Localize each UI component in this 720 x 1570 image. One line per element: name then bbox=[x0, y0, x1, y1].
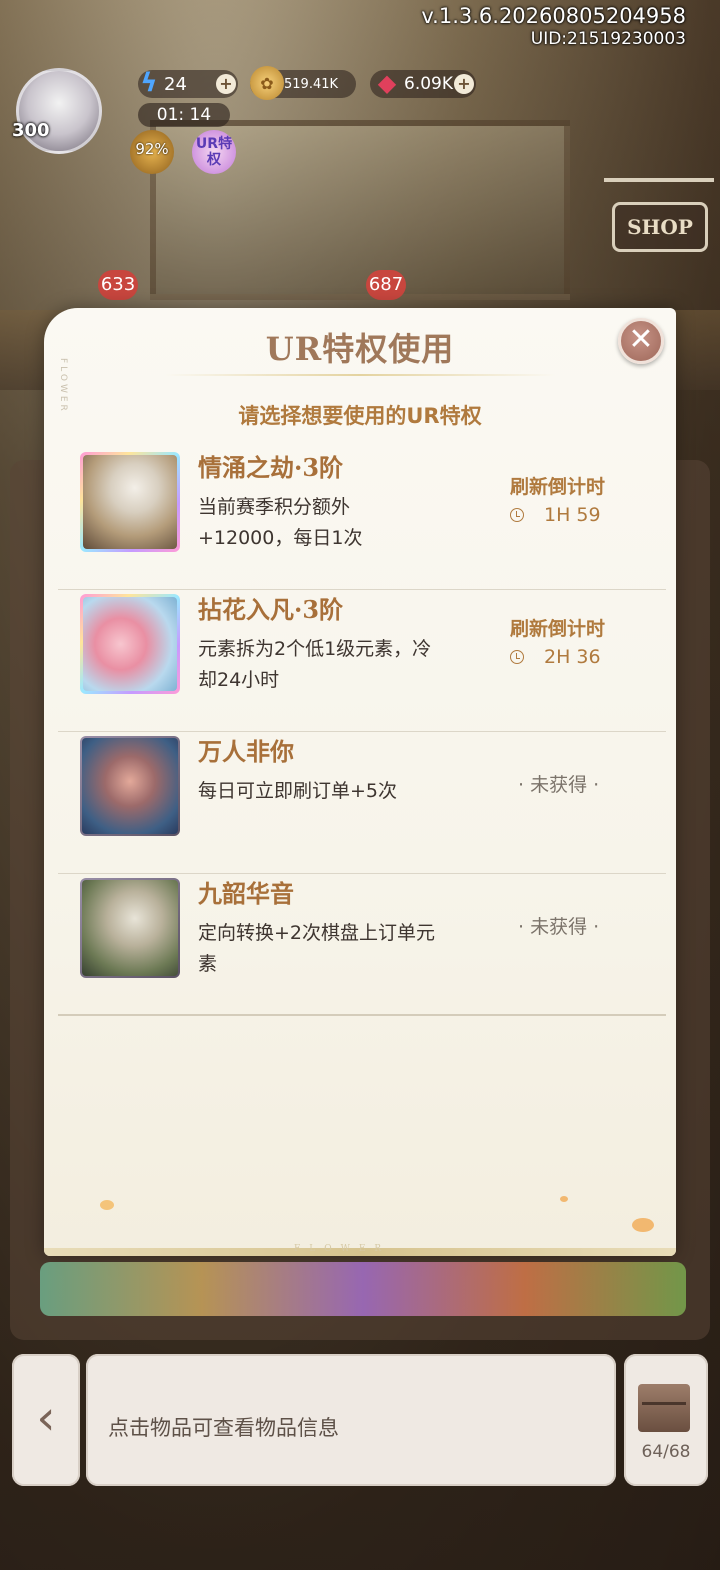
player-avatar[interactable] bbox=[16, 68, 102, 154]
energy-counter: ϟ 24 + bbox=[138, 68, 238, 98]
uid-text: UID:21519230003 bbox=[530, 29, 686, 49]
gold-counter: ✿ 519.41K bbox=[250, 66, 356, 100]
privilege-description: 每日可立即刷订单+5次 bbox=[198, 780, 398, 802]
privilege-description: 元素拆为2个低1级元素，冷却24小时 bbox=[198, 638, 432, 691]
speed-badge[interactable]: 92% bbox=[130, 130, 174, 174]
privilege-name: 情涌之劫·3阶 bbox=[198, 453, 344, 482]
portrait-art bbox=[82, 738, 178, 834]
order-bubble-left: 633 bbox=[98, 270, 138, 300]
add-energy-button[interactable]: + bbox=[216, 74, 236, 94]
energy-value: 24 bbox=[164, 73, 187, 95]
refresh-time-value: 1H 59 bbox=[544, 504, 601, 526]
refresh-countdown: 2H 36 bbox=[510, 646, 601, 668]
privilege-item[interactable]: 拈花入凡·3阶 元素拆为2个低1级元素，冷却24小时 刷新倒计时 2H 36 bbox=[58, 590, 666, 732]
ur-privilege-dialog: FLOWER UR特权使用 ✕ 请选择想要使用的UR特权 情涌之劫·3阶 当前赛… bbox=[44, 308, 676, 1256]
refresh-countdown-label: 刷新倒计时 bbox=[510, 618, 606, 640]
title-divider bbox=[164, 374, 556, 376]
version-text: v.1.3.6.20260805204958 bbox=[421, 4, 686, 28]
chevron-left-icon: ‹ bbox=[36, 1390, 56, 1446]
shop-button[interactable]: SHOP bbox=[612, 202, 708, 252]
portrait-art bbox=[83, 597, 177, 691]
privilege-description: 定向转换+2次棋盘上订单元素 bbox=[198, 922, 436, 975]
version-info: v.1.3.6.20260805204958 UID:21519230003 bbox=[421, 4, 686, 50]
sparkle-decoration bbox=[560, 1196, 568, 1202]
gold-value: 519.41K bbox=[284, 76, 339, 92]
item-info-panel: 点击物品可查看物品信息 bbox=[86, 1354, 616, 1486]
lightning-icon: ϟ bbox=[140, 68, 158, 98]
footer-decoration-text: FLOWER bbox=[294, 1244, 391, 1254]
character-portrait bbox=[80, 452, 180, 552]
coin-icon: ✿ bbox=[250, 66, 284, 100]
item-info-hint: 点击物品可查看物品信息 bbox=[108, 1416, 339, 1440]
privilege-item[interactable]: 万人非你 每日可立即刷订单+5次 · 未获得 · bbox=[58, 732, 666, 874]
not-obtained-label: · 未获得 · bbox=[518, 916, 600, 938]
add-gem-button[interactable]: + bbox=[454, 74, 474, 94]
energy-timer: 01: 14 bbox=[138, 103, 230, 127]
close-button[interactable]: ✕ bbox=[618, 318, 664, 364]
privilege-name: 拈花入凡·3阶 bbox=[198, 595, 344, 624]
shop-sign-hook bbox=[604, 178, 714, 182]
dialog-title: UR特权使用 bbox=[265, 330, 455, 368]
player-level: 300 bbox=[12, 120, 50, 141]
character-portrait bbox=[80, 736, 180, 836]
inventory-button[interactable]: 64/68 bbox=[624, 1354, 708, 1486]
gem-icon: ◆ bbox=[377, 69, 397, 97]
character-portrait bbox=[80, 594, 180, 694]
refresh-countdown: 1H 59 bbox=[510, 504, 601, 526]
privilege-item[interactable]: 情涌之劫·3阶 当前赛季积分额外+12000，每日1次 刷新倒计时 1H 59 bbox=[58, 448, 666, 590]
back-button[interactable]: ‹ bbox=[12, 1354, 80, 1486]
not-obtained-label: · 未获得 · bbox=[518, 774, 600, 796]
dialog-subtitle: 请选择想要使用的UR特权 bbox=[238, 404, 482, 428]
portrait-art bbox=[82, 880, 178, 976]
box-icon bbox=[638, 1384, 690, 1432]
privilege-item[interactable]: 九韶华音 定向转换+2次棋盘上订单元素 · 未获得 · bbox=[58, 874, 666, 1016]
clock-icon bbox=[510, 508, 524, 522]
sparkle-decoration bbox=[100, 1200, 114, 1210]
refresh-countdown-label: 刷新倒计时 bbox=[510, 476, 606, 498]
privilege-description: 当前赛季积分额外+12000，每日1次 bbox=[198, 496, 363, 549]
clock-icon bbox=[510, 650, 524, 664]
portrait-art bbox=[83, 455, 177, 549]
sparkle-decoration bbox=[632, 1218, 654, 1232]
order-bubble-right: 687 bbox=[366, 270, 406, 300]
ur-privilege-button[interactable]: UR特权 bbox=[192, 130, 236, 174]
item-strip bbox=[40, 1262, 686, 1316]
privilege-list: 情涌之劫·3阶 当前赛季积分额外+12000，每日1次 刷新倒计时 1H 59 … bbox=[58, 448, 666, 1016]
close-x-icon: ✕ bbox=[628, 322, 654, 357]
gem-value: 6.09K bbox=[404, 74, 453, 94]
gem-counter: ◆ 6.09K + bbox=[370, 69, 476, 98]
character-portrait bbox=[80, 878, 180, 978]
privilege-name: 万人非你 bbox=[198, 737, 294, 766]
refresh-time-value: 2H 36 bbox=[544, 646, 601, 668]
inventory-count: 64/68 bbox=[641, 1442, 691, 1462]
privilege-name: 九韶华音 bbox=[198, 879, 294, 908]
